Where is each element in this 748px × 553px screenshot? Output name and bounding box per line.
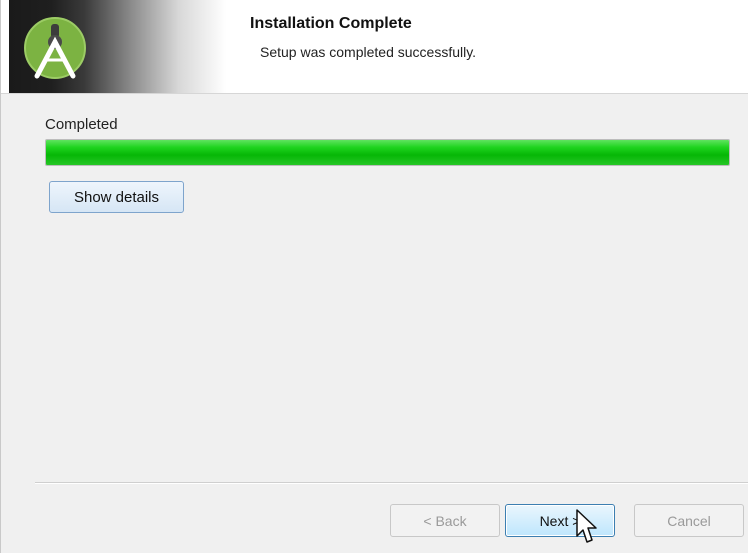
page-title: Installation Complete — [250, 15, 412, 32]
page-subtitle: Setup was completed successfully. — [260, 44, 477, 60]
progress-bar-fill — [46, 140, 729, 165]
cancel-button[interactable]: Cancel — [634, 504, 744, 537]
back-button[interactable]: < Back — [390, 504, 500, 537]
footer-divider — [35, 482, 748, 484]
installer-window: Installation Complete Setup was complete… — [0, 0, 748, 553]
android-studio-logo-icon — [24, 17, 86, 79]
show-details-button[interactable]: Show details — [49, 181, 184, 213]
installer-header: Installation Complete Setup was complete… — [1, 0, 748, 94]
next-button[interactable]: Next > — [505, 504, 615, 537]
progress-bar — [45, 139, 730, 166]
logo-banner — [9, 0, 245, 93]
progress-status-label: Completed — [45, 116, 118, 133]
